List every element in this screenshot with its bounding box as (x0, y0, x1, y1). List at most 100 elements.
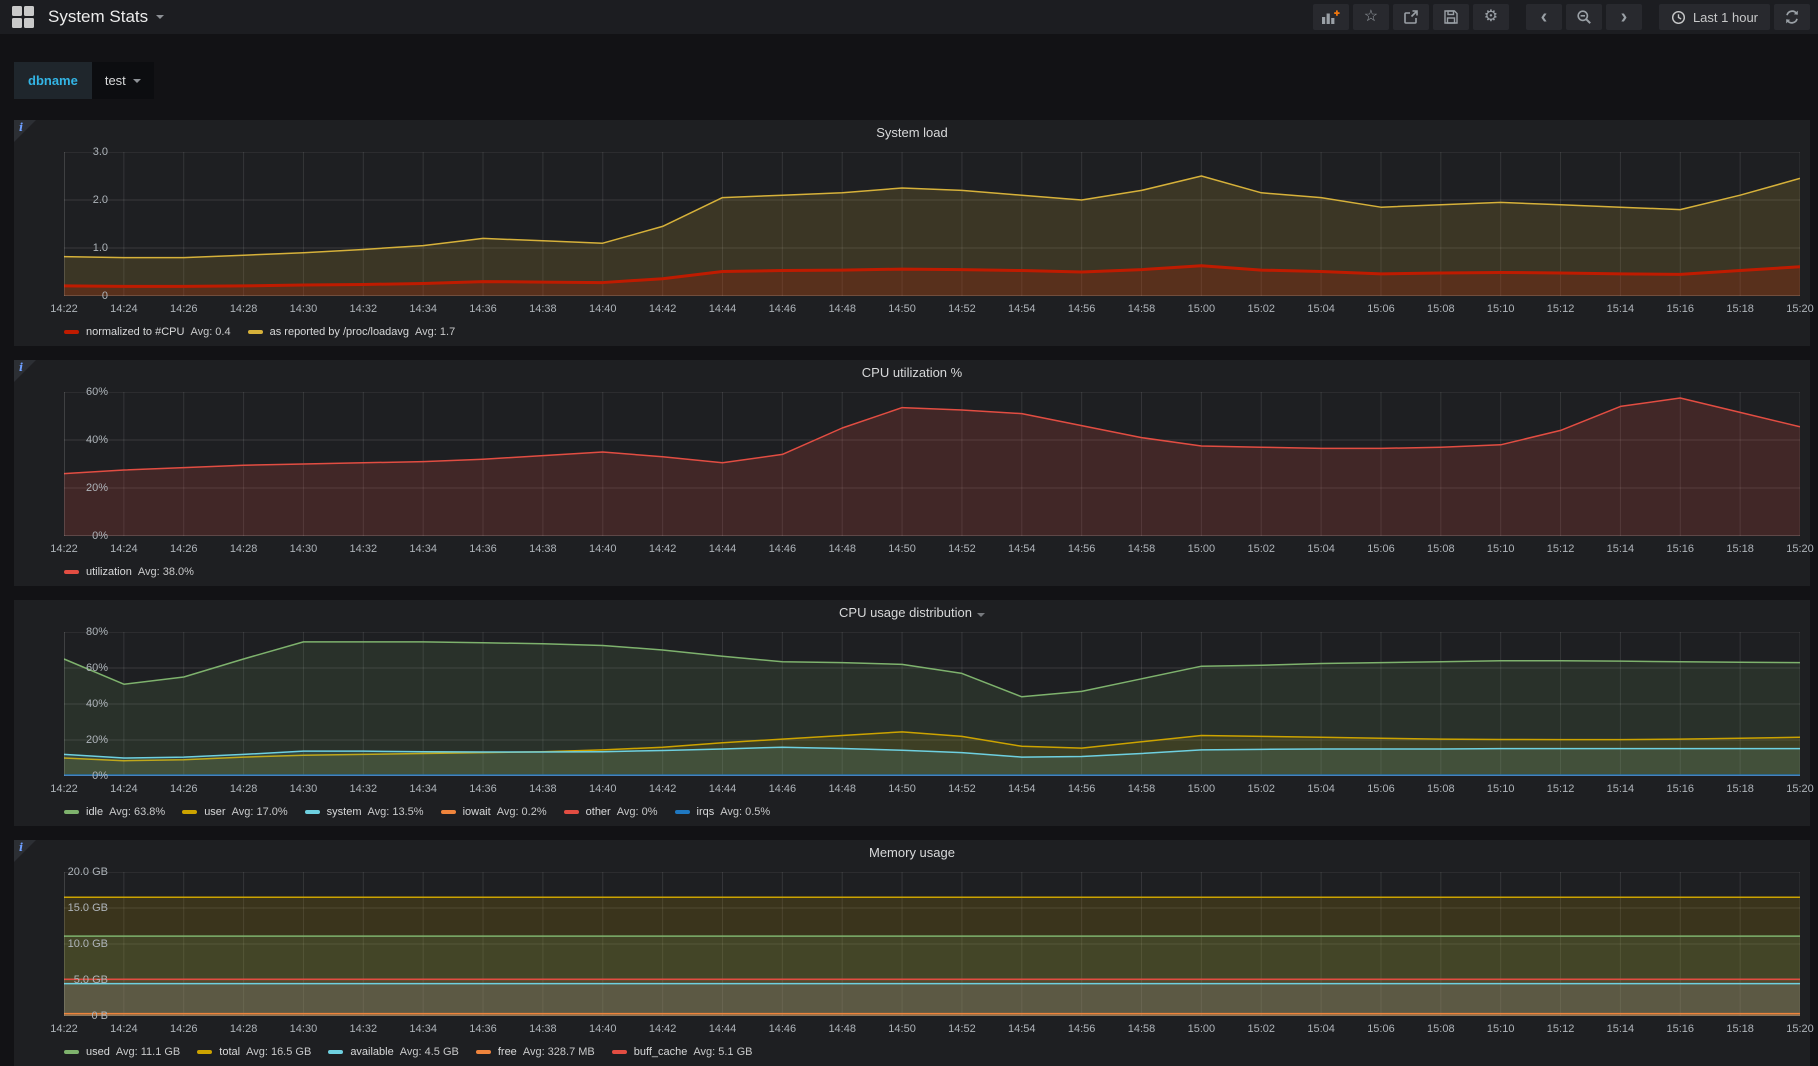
legend: idleAvg: 63.8% userAvg: 17.0% system Avg: 1… (64, 802, 1800, 822)
x-tick-label: 14:52 (948, 303, 976, 315)
legend-item-available[interactable]: availableAvg: 4.5 GB (328, 1046, 459, 1058)
x-tick-label: 14:50 (888, 303, 916, 315)
x-tick-label: 14:58 (1128, 303, 1156, 315)
legend-item-system[interactable]: system Avg: 13.5% (305, 806, 424, 818)
x-tick-label: 15:16 (1667, 303, 1695, 315)
x-tick-label: 14:22 (50, 543, 78, 555)
time-range-picker[interactable]: Last 1 hour (1659, 4, 1770, 30)
info-corner-icon[interactable]: i (14, 360, 36, 382)
plot-region: 01.02.03.0 (14, 146, 1800, 296)
x-tick-label: 15:06 (1367, 303, 1395, 315)
legend-color-icon (64, 570, 79, 574)
x-tick-label: 14:44 (709, 543, 737, 555)
clock-icon (1671, 10, 1686, 25)
chart[interactable] (64, 632, 1800, 776)
legend-series-name: as reported by /proc/loadavg (270, 326, 409, 338)
x-tick-label: 14:30 (290, 543, 318, 555)
x-tick-label: 14:32 (350, 783, 378, 795)
x-tick-label: 14:22 (50, 303, 78, 315)
legend-item-buff-cache[interactable]: buff_cacheAvg: 5.1 GB (612, 1046, 753, 1058)
save-button[interactable] (1433, 4, 1469, 30)
legend-item-irqs[interactable]: irqsAvg: 0.5% (675, 806, 771, 818)
legend-series-name: other (586, 806, 611, 818)
star-button[interactable]: ☆ (1353, 4, 1389, 30)
y-tick-label: 60% (86, 662, 108, 674)
x-tick-label: 14:48 (828, 543, 856, 555)
share-button[interactable] (1393, 4, 1429, 30)
x-tick-label: 14:40 (589, 303, 617, 315)
chart-area[interactable]: 0%20%40%60%80% (64, 632, 1800, 776)
panel-title[interactable]: Memory usage (14, 840, 1810, 866)
x-tick-label: 15:12 (1547, 1023, 1575, 1035)
x-tick-label: 15:08 (1427, 543, 1455, 555)
y-tick-label: 20% (86, 482, 108, 494)
legend-item-user[interactable]: userAvg: 17.0% (182, 806, 287, 818)
chart-area[interactable]: 0 B5.0 GB10.0 GB15.0 GB20.0 GB (64, 872, 1800, 1016)
panel-title[interactable]: System load (14, 120, 1810, 146)
x-tick-label: 14:32 (350, 543, 378, 555)
legend-series-name: used (86, 1046, 110, 1058)
settings-button[interactable]: ⚙ (1473, 4, 1509, 30)
panel-title[interactable]: CPU usage distribution (14, 600, 1810, 626)
legend-item-as-reported-by-proc-loadavg[interactable]: as reported by /proc/loadavgAvg: 1.7 (248, 326, 456, 338)
dashboard-title-dropdown[interactable]: System Stats (48, 7, 164, 27)
refresh-button[interactable] (1774, 4, 1810, 30)
zoom-out-button[interactable] (1566, 4, 1602, 30)
x-tick-label: 15:08 (1427, 783, 1455, 795)
x-tick-label: 15:14 (1607, 1023, 1635, 1035)
legend-item-idle[interactable]: idleAvg: 63.8% (64, 806, 165, 818)
x-tick-label: 14:42 (649, 543, 677, 555)
legend-series-avg: Avg: 13.5% (368, 806, 424, 818)
chart-area[interactable]: 01.02.03.0 (64, 152, 1800, 296)
x-tick-label: 14:26 (170, 303, 198, 315)
x-tick-label: 14:40 (589, 543, 617, 555)
chart[interactable] (64, 152, 1800, 296)
navbar: System Stats ☆ ⚙ ‹ (0, 0, 1818, 34)
x-tick-label: 14:52 (948, 543, 976, 555)
gear-icon: ⚙ (1484, 9, 1498, 25)
x-tick-label: 14:36 (469, 303, 497, 315)
x-tick-label: 14:50 (888, 543, 916, 555)
x-tick-label: 15:00 (1188, 303, 1216, 315)
legend-item-utilization[interactable]: utilizationAvg: 38.0% (64, 566, 194, 578)
legend-item-used[interactable]: usedAvg: 11.1 GB (64, 1046, 180, 1058)
x-tick-label: 14:28 (230, 1023, 258, 1035)
x-tick-label: 14:52 (948, 783, 976, 795)
legend-series-avg: Avg: 63.8% (109, 806, 165, 818)
legend-item-iowait[interactable]: iowaitAvg: 0.2% (441, 806, 547, 818)
x-tick-label: 15:16 (1667, 783, 1695, 795)
panel-title[interactable]: CPU utilization % (14, 360, 1810, 386)
x-tick-label: 14:46 (769, 303, 797, 315)
legend-item-free[interactable]: freeAvg: 328.7 MB (476, 1046, 595, 1058)
x-tick-label: 15:08 (1427, 303, 1455, 315)
legend-color-icon (64, 1050, 79, 1054)
y-tick-label: 80% (86, 626, 108, 638)
grafana-logo-icon[interactable] (12, 6, 34, 28)
legend-series-avg: Avg: 17.0% (232, 806, 288, 818)
chart[interactable] (64, 872, 1800, 1016)
time-forward-button[interactable]: › (1606, 4, 1642, 30)
x-tick-label: 14:38 (529, 783, 557, 795)
legend-series-name: system (327, 806, 362, 818)
x-tick-label: 15:10 (1487, 1023, 1515, 1035)
add-panel-button[interactable] (1313, 4, 1349, 30)
x-tick-label: 14:44 (709, 783, 737, 795)
legend-color-icon (305, 810, 320, 814)
legend-item-other[interactable]: otherAvg: 0% (564, 806, 658, 818)
var-value-text: test (105, 73, 126, 88)
x-axis-labels: 14:2214:2414:2614:2814:3014:3214:3414:36… (64, 1020, 1800, 1038)
x-tick-label: 14:42 (649, 783, 677, 795)
legend-item-normalized-to-cpu[interactable]: normalized to #CPUAvg: 0.4 (64, 326, 231, 338)
info-corner-icon[interactable]: i (14, 120, 36, 142)
time-back-button[interactable]: ‹ (1526, 4, 1562, 30)
var-value-dropdown[interactable]: test (92, 62, 154, 99)
navbar-actions: ☆ ⚙ ‹ › Last 1 hour (1313, 4, 1810, 30)
x-tick-label: 14:46 (769, 543, 797, 555)
info-corner-icon[interactable]: i (14, 840, 36, 862)
x-tick-label: 14:48 (828, 303, 856, 315)
chart[interactable] (64, 392, 1800, 536)
x-tick-label: 15:10 (1487, 543, 1515, 555)
legend-series-name: utilization (86, 566, 132, 578)
legend-item-total[interactable]: totalAvg: 16.5 GB (197, 1046, 311, 1058)
chart-area[interactable]: 0%20%40%60% (64, 392, 1800, 536)
